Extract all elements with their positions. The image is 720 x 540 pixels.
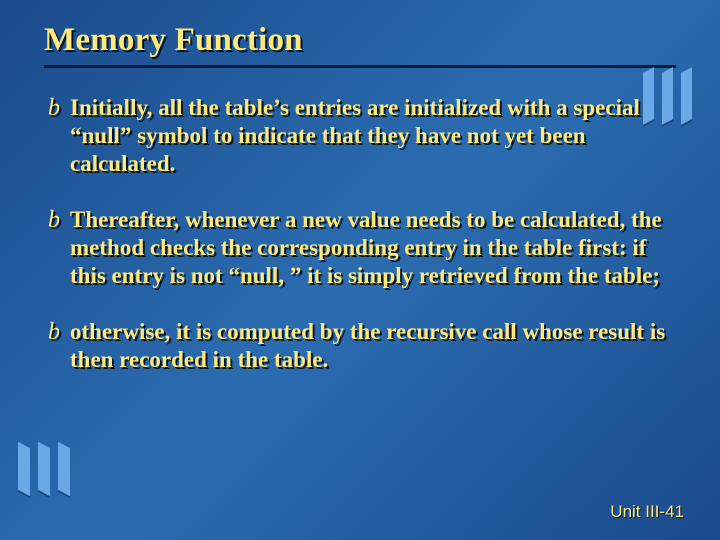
stripe-icon <box>18 442 30 496</box>
slide-title: Memory Function <box>44 22 676 59</box>
bullet-item: b Thereafter, whenever a new value needs… <box>48 206 676 290</box>
stripe-icon <box>38 442 50 496</box>
bullet-text: otherwise, it is computed by the recursi… <box>70 318 676 374</box>
slide: Memory Function b Initially, all the tab… <box>0 0 720 540</box>
bullet-text: Initially, all the table’s entries are i… <box>70 94 676 178</box>
title-underline <box>44 65 676 68</box>
bullet-glyph-icon: b <box>48 207 60 233</box>
decoration-bottom-left <box>18 445 74 498</box>
bullet-item: b otherwise, it is computed by the recur… <box>48 318 676 374</box>
bullet-text: Thereafter, whenever a new value needs t… <box>70 206 676 290</box>
bullet-list: b Initially, all the table’s entries are… <box>44 94 676 374</box>
bullet-item: b Initially, all the table’s entries are… <box>48 94 676 178</box>
bullet-glyph-icon: b <box>48 319 60 345</box>
bullet-glyph-icon: b <box>48 95 60 121</box>
slide-footer: Unit III-41 <box>610 502 684 522</box>
stripe-icon <box>58 442 70 496</box>
stripe-icon <box>681 67 692 125</box>
